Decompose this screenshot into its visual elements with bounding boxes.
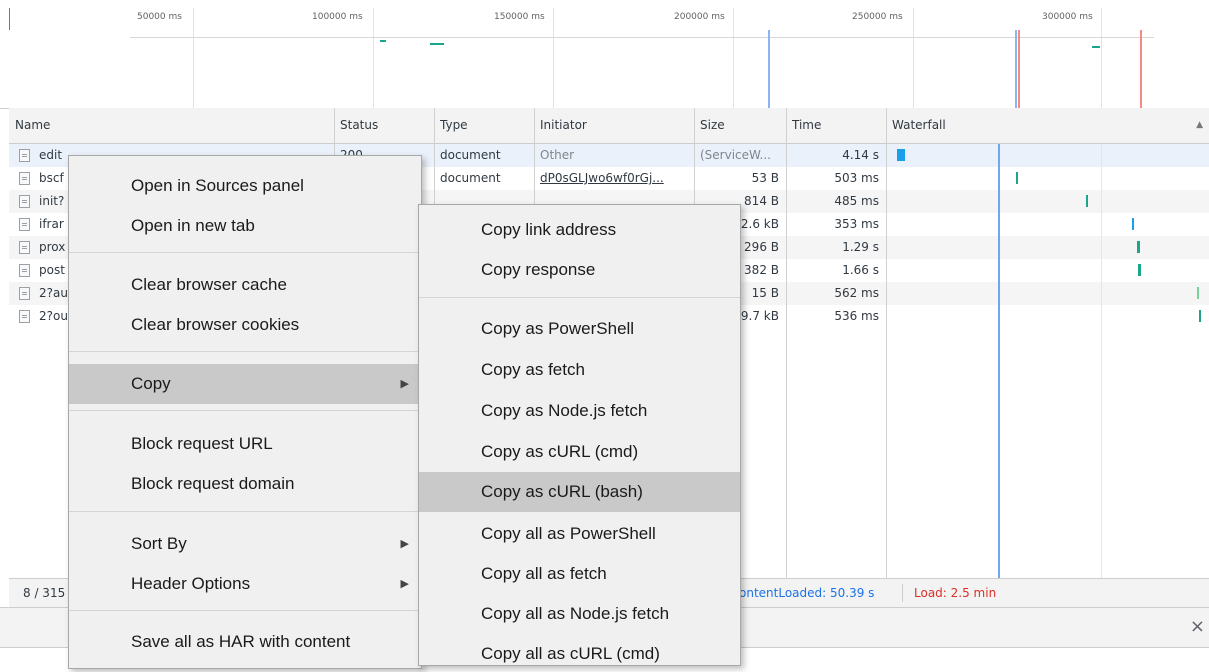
- overview-tick: 50000 ms: [137, 12, 182, 22]
- load-time: Load: 2.5 min: [914, 586, 997, 600]
- load-marker: [1018, 30, 1020, 108]
- document-icon: [19, 149, 30, 162]
- menu-item-copy-all-curl-cmd[interactable]: Copy all as cURL (cmd): [419, 636, 740, 672]
- waterfall-bar: [1132, 218, 1134, 230]
- document-icon: [19, 264, 30, 277]
- overview-tick: 100000 ms: [312, 12, 363, 22]
- table-header: Name Status Type Initiator Size Time Wat…: [9, 108, 1209, 144]
- overview-tick: 250000 ms: [852, 12, 903, 22]
- row-time: 1.29 s: [842, 240, 879, 254]
- document-icon: [19, 241, 30, 254]
- menu-item-copy[interactable]: Copy ▶: [69, 364, 421, 404]
- waterfall-bar: [1137, 241, 1140, 253]
- menu-item-copy-all-powershell[interactable]: Copy all as PowerShell: [419, 516, 740, 552]
- sort-up-icon[interactable]: ▲: [1196, 120, 1203, 130]
- column-waterfall[interactable]: Waterfall: [886, 108, 1186, 143]
- menu-item-copy-nodejs-fetch[interactable]: Copy as Node.js fetch: [419, 393, 740, 429]
- waterfall-bar: [1016, 172, 1018, 184]
- overview-tick: 200000 ms: [674, 12, 725, 22]
- row-time: 485 ms: [834, 194, 879, 208]
- overview-tick: 150000 ms: [494, 12, 545, 22]
- column-status[interactable]: Status: [334, 108, 434, 143]
- copy-submenu: Copy link address Copy response Copy as …: [418, 204, 741, 666]
- menu-item-copy-powershell[interactable]: Copy as PowerShell: [419, 311, 740, 347]
- request-count: 8 / 315: [23, 586, 66, 600]
- column-name[interactable]: Name: [9, 108, 334, 143]
- document-icon: [19, 310, 30, 323]
- overview-tick: 300000 ms: [1042, 12, 1093, 22]
- network-overview[interactable]: 50000 ms 100000 ms 150000 ms 200000 ms 2…: [0, 0, 1209, 109]
- menu-item-clear-cache[interactable]: Clear browser cache: [69, 267, 421, 303]
- row-type: document: [440, 148, 501, 162]
- chevron-right-icon: ▶: [400, 538, 409, 550]
- dcl-line: [998, 144, 1000, 578]
- row-time: 562 ms: [834, 286, 879, 300]
- row-type: document: [440, 171, 501, 185]
- column-initiator[interactable]: Initiator: [534, 108, 694, 143]
- menu-item-open-in-new-tab[interactable]: Open in new tab: [69, 208, 421, 244]
- menu-item-copy-link[interactable]: Copy link address: [419, 212, 740, 248]
- row-initiator[interactable]: dP0sGLJwo6wf0rGj...: [540, 167, 690, 190]
- column-type[interactable]: Type: [434, 108, 534, 143]
- dcl-marker: [1015, 30, 1017, 108]
- row-time: 503 ms: [834, 171, 879, 185]
- column-time[interactable]: Time: [786, 108, 886, 143]
- document-icon: [19, 287, 30, 300]
- column-size[interactable]: Size: [694, 108, 786, 143]
- waterfall-bar: [1138, 264, 1141, 276]
- menu-item-copy-all-nodejs-fetch[interactable]: Copy all as Node.js fetch: [419, 596, 740, 632]
- menu-item-copy-curl-cmd[interactable]: Copy as cURL (cmd): [419, 434, 740, 470]
- row-size: (ServiceW...: [700, 148, 771, 162]
- document-icon: [19, 195, 30, 208]
- menu-item-clear-cookies[interactable]: Clear browser cookies: [69, 307, 421, 343]
- dom-content-loaded: ontentLoaded: 50.39 s: [739, 586, 875, 600]
- chevron-right-icon: ▶: [400, 578, 409, 590]
- close-icon[interactable]: ×: [1190, 616, 1205, 637]
- menu-item-open-in-sources[interactable]: Open in Sources panel: [69, 168, 421, 204]
- row-time: 536 ms: [834, 309, 879, 323]
- document-icon: [19, 218, 30, 231]
- menu-item-copy-curl-bash[interactable]: Copy as cURL (bash): [419, 472, 740, 512]
- menu-item-copy-all-fetch[interactable]: Copy all as fetch: [419, 556, 740, 592]
- menu-item-copy-fetch[interactable]: Copy as fetch: [419, 352, 740, 388]
- row-size: 53 B: [751, 171, 779, 185]
- waterfall-bar: [897, 149, 905, 161]
- menu-item-block-url[interactable]: Block request URL: [69, 426, 421, 462]
- waterfall-bar: [1086, 195, 1088, 207]
- document-icon: [19, 172, 30, 185]
- menu-item-save-har[interactable]: Save all as HAR with content: [69, 624, 421, 660]
- row-time: 1.66 s: [842, 263, 879, 277]
- context-menu: Open in Sources panel Open in new tab Cl…: [68, 155, 422, 669]
- menu-item-copy-response[interactable]: Copy response: [419, 252, 740, 288]
- chevron-right-icon: ▶: [400, 378, 409, 390]
- row-initiator: Other: [540, 148, 575, 162]
- menu-item-block-domain[interactable]: Block request domain: [69, 466, 421, 502]
- menu-item-sort-by[interactable]: Sort By ▶: [69, 526, 421, 562]
- row-time: 4.14 s: [842, 148, 879, 162]
- overview-left-handle[interactable]: [9, 8, 10, 30]
- load-marker: [1140, 30, 1142, 108]
- menu-item-header-options[interactable]: Header Options ▶: [69, 566, 421, 602]
- dcl-marker: [768, 30, 770, 108]
- waterfall-bar: [1199, 310, 1201, 322]
- waterfall-bar: [1197, 287, 1199, 299]
- row-time: 353 ms: [834, 217, 879, 231]
